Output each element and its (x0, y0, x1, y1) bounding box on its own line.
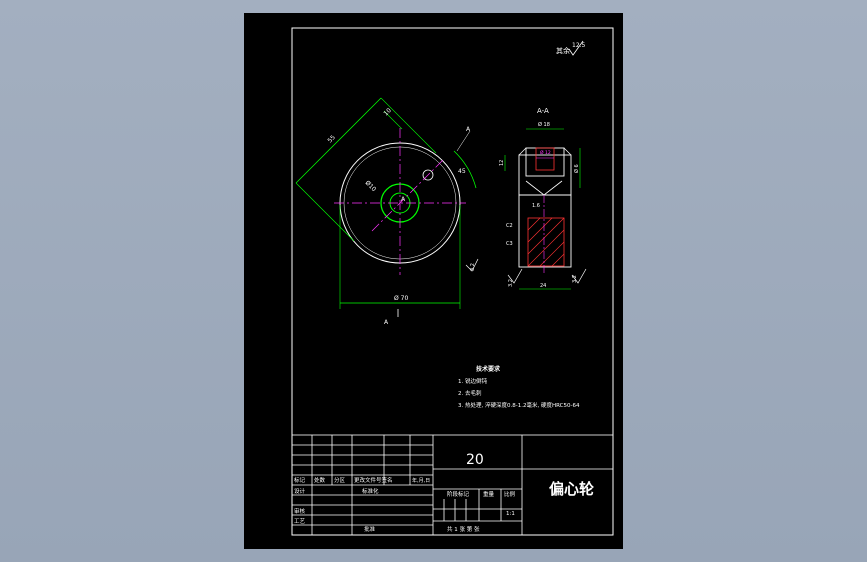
dim-line-diagonal (295, 97, 382, 184)
dim-section-right: Ø 6 (573, 164, 580, 173)
hdr-date: 年,月,日 (412, 477, 430, 484)
row-process: 工艺 (294, 518, 306, 525)
hdr-mark: 标记 (294, 476, 306, 484)
row-design: 设计 (294, 487, 306, 495)
cad-drawing: 其余 12.5 55 10 Ø10 A 45 A 3.2 Ø 70 A A-A … (291, 27, 614, 536)
notes-title: 技术要求 (476, 365, 501, 373)
scale-label: 比例 (504, 490, 516, 498)
note-item: 2. 去毛刺 (458, 389, 482, 397)
drawing-sheet: 其余 12.5 55 10 Ø10 A 45 A 3.2 Ø 70 A A-A … (244, 13, 623, 549)
dim-side-label: 45 (458, 168, 466, 175)
front-view: 55 10 Ø10 A 45 A 3.2 Ø 70 A (295, 97, 479, 326)
quantity-value: 20 (466, 452, 484, 468)
technical-notes: 技术要求 1. 锐边倒钝 2. 去毛刺 3. 热处理, 淬硬深度0.8-1.2毫… (458, 365, 580, 409)
section-cone (525, 180, 563, 196)
dim-section-left-b: C3 (506, 241, 513, 247)
dim-section-left-a: C2 (506, 223, 513, 229)
dim-section-ra: 3.2 (508, 279, 514, 287)
roughness-label: 其余 (556, 46, 570, 55)
dim-diameter-main: Ø 70 (394, 295, 408, 302)
row-approve: 批准 (364, 525, 376, 533)
chamfer-tr (563, 147, 572, 156)
dim-diagonal: 55 (326, 134, 336, 144)
chamfer-tl (518, 147, 527, 156)
dim-section-width: 24 (540, 283, 546, 289)
row-check: 审核 (294, 507, 306, 515)
scale-value: 1:1 (506, 511, 515, 517)
row-standard: 标准化 (362, 487, 379, 495)
part-name: 偏心轮 (549, 480, 594, 498)
note-item: 3. 热处理, 淬硬深度0.8-1.2毫米, 硬度HRC50-64 (458, 401, 580, 409)
section-view: A-A Ø 18 Ø 12 12 Ø 6 1.6 C2 C3 3.2 3.2 2… (499, 107, 587, 290)
sheets-label: 共 1 张 第 张 (447, 525, 480, 533)
view-label-top: A (466, 126, 471, 133)
section-hatch-lines (527, 217, 565, 267)
ext-line-b (380, 97, 437, 154)
roughness-value: 12.5 (572, 42, 586, 49)
dim-section-hole: Ø 12 (540, 149, 551, 156)
note-item: 1. 锐边倒钝 (458, 377, 487, 385)
stage-mark: 阶段标记 (447, 490, 470, 498)
dim-section-ra2: 3.2 (572, 275, 578, 283)
dim-bore: Ø10 (364, 179, 378, 193)
section-title: A-A (537, 107, 549, 115)
section-hatch-area (527, 217, 565, 267)
dim-ra-left: 3.2 (470, 263, 476, 271)
section-body-upper (518, 154, 572, 196)
view-arrow-line (456, 130, 471, 152)
weight-label: 重量 (483, 490, 495, 498)
dim-section-top: Ø 18 (538, 121, 550, 128)
hdr-count: 处数 (314, 476, 326, 484)
center-marker: A (401, 196, 406, 203)
dim-section-left: 12 (499, 160, 505, 166)
dim-section-inner: 1.6 (532, 203, 540, 209)
view-label-bottom: A (384, 319, 389, 326)
hdr-docno: 更改文件号签名 (354, 476, 393, 484)
hdr-zone: 分区 (334, 476, 346, 484)
